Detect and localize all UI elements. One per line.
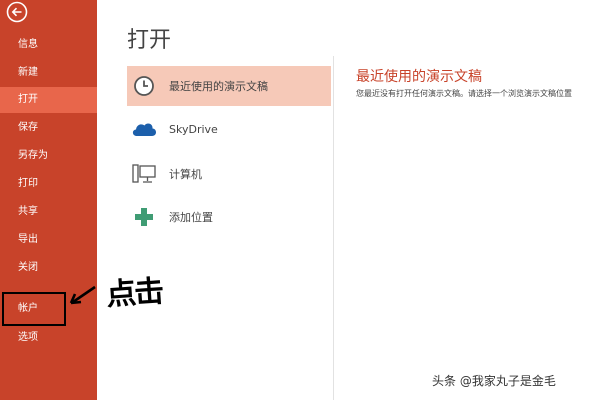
place-computer[interactable]: 计算机: [127, 154, 331, 194]
place-computer-label: 计算机: [169, 168, 202, 181]
annotation-arrow-icon: [69, 285, 96, 305]
plus-icon: [127, 207, 161, 227]
recent-description: 您最近没有打开任何演示文稿。请选择一个浏览演示文稿位置: [356, 89, 572, 98]
sidebar-item-close[interactable]: 关闭: [0, 255, 97, 281]
annotation-text: 点击: [105, 274, 164, 313]
recent-title: 最近使用的演示文稿: [356, 69, 482, 85]
sidebar-item-new[interactable]: 新建: [0, 60, 97, 86]
place-recent-label: 最近使用的演示文稿: [169, 80, 268, 93]
sidebar-item-save-as[interactable]: 另存为: [0, 143, 97, 169]
sidebar-item-print[interactable]: 打印: [0, 171, 97, 197]
pane-divider: [333, 56, 334, 400]
sidebar-item-account[interactable]: 帐户: [2, 292, 66, 326]
sidebar-item-share[interactable]: 共享: [0, 199, 97, 225]
back-button[interactable]: [2, 0, 32, 24]
place-recent[interactable]: 最近使用的演示文稿: [127, 66, 331, 106]
computer-icon: [127, 162, 161, 186]
back-arrow-icon: [6, 1, 28, 23]
place-skydrive[interactable]: SkyDrive: [127, 109, 331, 149]
cloud-icon: [127, 120, 161, 138]
sidebar-item-save[interactable]: 保存: [0, 115, 97, 141]
place-skydrive-label: SkyDrive: [169, 122, 218, 136]
sidebar-item-open[interactable]: 打开: [0, 87, 97, 113]
place-add-label: 添加位置: [169, 211, 213, 224]
clock-icon: [127, 75, 161, 97]
sidebar-item-options[interactable]: 选项: [0, 325, 97, 351]
sidebar-item-info[interactable]: 信息: [0, 32, 97, 58]
place-add[interactable]: 添加位置: [127, 197, 331, 237]
watermark: 头条 @我家丸子是金毛: [432, 374, 556, 388]
sidebar-item-export[interactable]: 导出: [0, 227, 97, 253]
page-title: 打开: [127, 28, 172, 53]
backstage-sidebar: 信息 新建 打开 保存 另存为 打印 共享 导出 关闭 帐户 选项: [0, 0, 97, 400]
